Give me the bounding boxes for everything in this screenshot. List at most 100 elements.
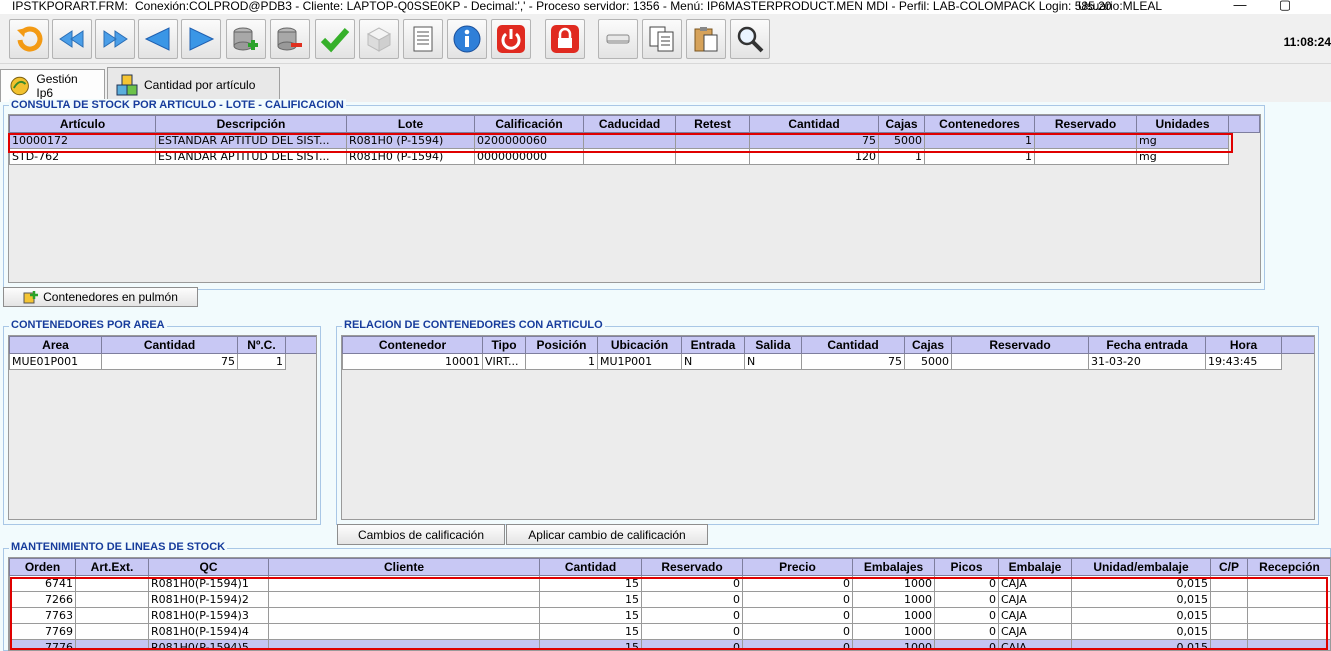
table-cell[interactable] [75, 623, 149, 640]
table-cell[interactable]: 0 [742, 607, 853, 624]
table-cell[interactable]: 1 [878, 148, 925, 165]
table-cell[interactable]: CAJA [998, 591, 1072, 608]
table-cell[interactable]: R081H0(P-1594)5 [148, 639, 269, 650]
copy-button[interactable] [642, 19, 682, 59]
table-cell[interactable] [268, 575, 540, 592]
table-cell[interactable]: 10001 [342, 353, 483, 370]
table-row[interactable]: 7763 R081H0(P-1594)3 15 0 0 1000 0 CAJA 0,015 [9, 607, 1330, 624]
first-record-button[interactable] [52, 19, 92, 59]
next-button[interactable] [181, 19, 221, 59]
table-cell[interactable]: 0 [934, 607, 999, 624]
refresh-button[interactable] [9, 19, 49, 59]
column-header[interactable]: Contenedores [924, 115, 1035, 133]
table-cell[interactable]: STD-762 [9, 148, 156, 165]
table-cell[interactable]: 7776 [9, 639, 76, 650]
add-record-button[interactable] [226, 19, 266, 59]
table-cell[interactable]: 15 [539, 639, 642, 650]
column-header[interactable]: Unidad/embalaje [1071, 558, 1211, 576]
table-cell[interactable] [268, 623, 540, 640]
column-header[interactable]: Ubicación [597, 336, 682, 354]
accept-button[interactable] [315, 19, 355, 59]
table-cell[interactable]: ESTANDAR APTITUD DEL SIST... [155, 132, 347, 149]
maximize-button[interactable]: ▢ [1275, 0, 1295, 12]
report-button[interactable] [403, 19, 443, 59]
column-header[interactable]: Picos [934, 558, 999, 576]
table-cell[interactable] [75, 607, 149, 624]
table-cell[interactable] [675, 132, 750, 149]
column-header[interactable]: Posición [525, 336, 598, 354]
table-cell[interactable]: 0 [934, 639, 999, 650]
column-header[interactable]: Cantidad [101, 336, 238, 354]
table-cell[interactable]: mg [1136, 148, 1229, 165]
column-header[interactable]: Lote [346, 115, 475, 133]
table-cell[interactable]: 0,015 [1071, 639, 1211, 650]
aplicar-cambio-button[interactable]: Aplicar cambio de calificación [506, 524, 708, 545]
table-cell[interactable] [1034, 132, 1137, 149]
stock-query-grid[interactable]: Artículo Descripción Lote Calificación Caduc… [8, 114, 1261, 283]
table-cell[interactable] [1247, 591, 1330, 608]
table-cell[interactable] [268, 607, 540, 624]
column-header[interactable]: Embalaje [998, 558, 1072, 576]
previous-button[interactable] [138, 19, 178, 59]
table-row[interactable]: 10001 VIRT... 1 MU1P001 N N 75 5000 31-03-20 19:4… [342, 353, 1314, 370]
table-cell[interactable]: 1000 [852, 639, 935, 650]
column-header[interactable]: Hora [1205, 336, 1282, 354]
table-cell[interactable]: 0 [934, 591, 999, 608]
column-header[interactable]: Recepción [1247, 558, 1330, 576]
table-cell[interactable]: 1 [237, 353, 286, 370]
table-cell[interactable]: 75 [749, 132, 879, 149]
column-header[interactable]: Orden [9, 558, 76, 576]
table-cell[interactable]: 0 [934, 623, 999, 640]
table-cell[interactable]: 0,015 [1071, 591, 1211, 608]
table-cell[interactable]: 15 [539, 575, 642, 592]
table-cell[interactable]: mg [1136, 132, 1229, 149]
table-cell[interactable]: 0,015 [1071, 607, 1211, 624]
table-row[interactable]: 6741 R081H0(P-1594)1 15 0 0 1000 0 CAJA 0,015 [9, 575, 1330, 592]
info-button[interactable] [447, 19, 487, 59]
table-cell[interactable] [268, 639, 540, 650]
contenedores-pulmon-button[interactable]: Contenedores en pulmón [3, 287, 198, 307]
table-cell[interactable] [75, 591, 149, 608]
object-button[interactable] [359, 19, 399, 59]
table-cell[interactable]: 0 [641, 591, 743, 608]
table-cell[interactable]: ESTANDAR APTITUD DEL SIST... [155, 148, 347, 165]
table-cell[interactable]: 0 [742, 591, 853, 608]
table-cell[interactable]: VIRT... [482, 353, 526, 370]
delete-record-button[interactable] [270, 19, 310, 59]
table-cell[interactable]: 0,015 [1071, 623, 1211, 640]
containers-article-grid[interactable]: Contenedor Tipo Posición Ubicación Entrada Sa… [341, 335, 1315, 520]
table-cell[interactable]: 0200000060 [474, 132, 584, 149]
table-cell[interactable]: 0 [641, 639, 743, 650]
column-header[interactable]: QC [148, 558, 269, 576]
column-header[interactable]: Embalajes [852, 558, 935, 576]
table-cell[interactable]: R081H0(P-1594)1 [148, 575, 269, 592]
table-cell[interactable]: 15 [539, 623, 642, 640]
column-header[interactable]: Cantidad [539, 558, 642, 576]
table-cell[interactable] [1210, 575, 1248, 592]
column-header[interactable]: Cliente [268, 558, 540, 576]
table-row[interactable]: 7266 R081H0(P-1594)2 15 0 0 1000 0 CAJA 0,015 [9, 591, 1330, 608]
zoom-button[interactable] [730, 19, 770, 59]
column-header[interactable]: Area [9, 336, 102, 354]
table-cell[interactable]: 75 [801, 353, 905, 370]
table-cell[interactable]: CAJA [998, 607, 1072, 624]
table-cell[interactable]: 0 [641, 623, 743, 640]
table-cell[interactable]: 10000172 [9, 132, 156, 149]
table-cell[interactable] [75, 575, 149, 592]
column-header[interactable]: Cantidad [749, 115, 879, 133]
table-row[interactable]: 7769 R081H0(P-1594)4 15 0 0 1000 0 CAJA 0,015 [9, 623, 1330, 640]
tab-cantidad-por-articulo[interactable]: Cantidad por artículo [107, 67, 280, 101]
column-header[interactable]: Cajas [904, 336, 952, 354]
table-cell[interactable]: 0000000000 [474, 148, 584, 165]
column-header[interactable]: Salida [744, 336, 802, 354]
table-cell[interactable]: 1 [924, 148, 1035, 165]
table-cell[interactable]: 7763 [9, 607, 76, 624]
table-cell[interactable]: 1000 [852, 575, 935, 592]
table-cell[interactable]: 0 [641, 575, 743, 592]
table-cell[interactable]: CAJA [998, 623, 1072, 640]
column-header[interactable]: Precio [742, 558, 853, 576]
column-header[interactable]: Fecha entrada [1088, 336, 1206, 354]
table-cell[interactable]: 5000 [904, 353, 952, 370]
table-cell[interactable]: R081H0 (P-1594) [346, 132, 475, 149]
table-cell[interactable]: R081H0(P-1594)2 [148, 591, 269, 608]
